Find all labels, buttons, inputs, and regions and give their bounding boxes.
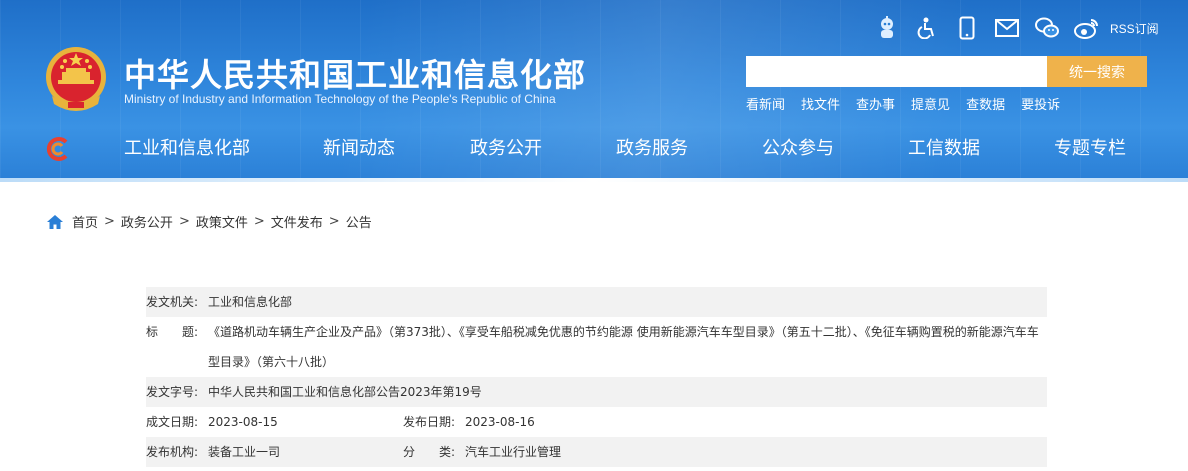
doc-no-label: 发文字号: [146,385,199,399]
breadcrumb-home[interactable]: 首页 [72,212,98,231]
quick-link-files[interactable]: 找文件 [801,94,840,113]
mail-icon[interactable] [994,15,1020,41]
nav-item-ministry[interactable]: 工业和信息化部 [124,132,250,166]
info-row-title: 标 题: 《道路机动车辆生产企业及产品》（第373批）、《享受车船税减免优惠的节… [146,317,1047,377]
info-row-dates: 成文日期: 2023-08-15 发布日期: 2023-08-16 [146,407,1047,437]
header-divider [0,178,1188,182]
site-subtitle: Ministry of Industry and Information Tec… [124,92,556,106]
breadcrumb-separator: > [253,214,265,229]
breadcrumb-separator: > [104,214,115,229]
main-nav: 工业和信息化部 新闻动态 政务公开 政务服务 公众参与 工信数据 专题专栏 [0,132,1188,166]
wechat-icon[interactable] [1034,15,1060,41]
national-emblem-icon [46,47,106,111]
breadcrumb-doc-release[interactable]: 文件发布 [271,212,323,231]
breadcrumb-gov-affairs[interactable]: 政务公开 [121,212,173,231]
quick-link-services[interactable]: 查办事 [856,94,895,113]
created-date-label: 成文日期: [146,415,199,429]
nav-item-public-participation[interactable]: 公众参与 [762,132,834,166]
document-info-table: 发文机关: 工业和信息化部 标 题: 《道路机动车辆生产企业及产品》（第373批… [146,287,1047,467]
accessibility-icon[interactable] [914,15,940,41]
search-input[interactable] [746,56,1048,87]
breadcrumb-separator: > [328,214,340,229]
quick-link-feedback[interactable]: 提意见 [911,94,950,113]
quick-links: 看新闻 找文件 查办事 提意见 查数据 要投诉 [746,94,1076,113]
weibo-icon[interactable] [1074,15,1100,41]
quick-link-news[interactable]: 看新闻 [746,94,785,113]
org-label: 发布机构: [146,445,199,459]
created-date-value: 2023-08-15 [208,415,278,429]
category-value: 汽车工业行业管理 [465,445,562,459]
quick-link-complaint[interactable]: 要投诉 [1021,94,1060,113]
published-date-label: 发布日期: [403,415,456,429]
nav-item-special-topics[interactable]: 专题专栏 [1054,132,1126,166]
doc-no-value: 中华人民共和国工业和信息化部公告2023年第19号 [208,385,482,399]
site-header: 中华人民共和国工业和信息化部 Ministry of Industry and … [0,0,1188,182]
nav-item-data[interactable]: 工信数据 [908,132,980,166]
mobile-icon[interactable] [954,15,980,41]
info-row-issuer: 发文机关: 工业和信息化部 [146,287,1047,317]
robot-icon[interactable] [874,15,900,41]
quick-link-data[interactable]: 查数据 [966,94,1005,113]
home-icon [47,214,63,229]
info-row-org: 发布机构: 装备工业一司 分 类: 汽车工业行业管理 [146,437,1047,467]
rss-subscribe-link[interactable]: RSS订阅 [1110,20,1159,37]
title-label: 标 题: [146,325,199,339]
site-title: 中华人民共和国工业和信息化部 [124,56,587,94]
top-icon-bar: RSS订阅 [874,14,1159,42]
issuer-label: 发文机关: [146,295,199,309]
nav-item-news[interactable]: 新闻动态 [323,132,395,166]
org-value: 装备工业一司 [208,445,281,459]
title-value: 《道路机动车辆生产企业及产品》（第373批）、《享受车船税减免优惠的节约能源 使… [208,325,1039,369]
breadcrumb-separator: > [178,214,190,229]
nav-item-gov-services[interactable]: 政务服务 [616,132,688,166]
category-label: 分 类: [403,445,456,459]
search-button[interactable]: 统一搜索 [1047,56,1147,87]
breadcrumb-announcement[interactable]: 公告 [346,212,372,231]
issuer-value: 工业和信息化部 [208,295,293,309]
info-row-doc-no: 发文字号: 中华人民共和国工业和信息化部公告2023年第19号 [146,377,1047,407]
breadcrumb: 首页 > 政务公开 > 政策文件 > 文件发布 > 公告 [46,212,372,231]
nav-item-gov-affairs[interactable]: 政务公开 [470,132,542,166]
breadcrumb-policy-docs[interactable]: 政策文件 [196,212,248,231]
published-date-value: 2023-08-16 [465,415,535,429]
